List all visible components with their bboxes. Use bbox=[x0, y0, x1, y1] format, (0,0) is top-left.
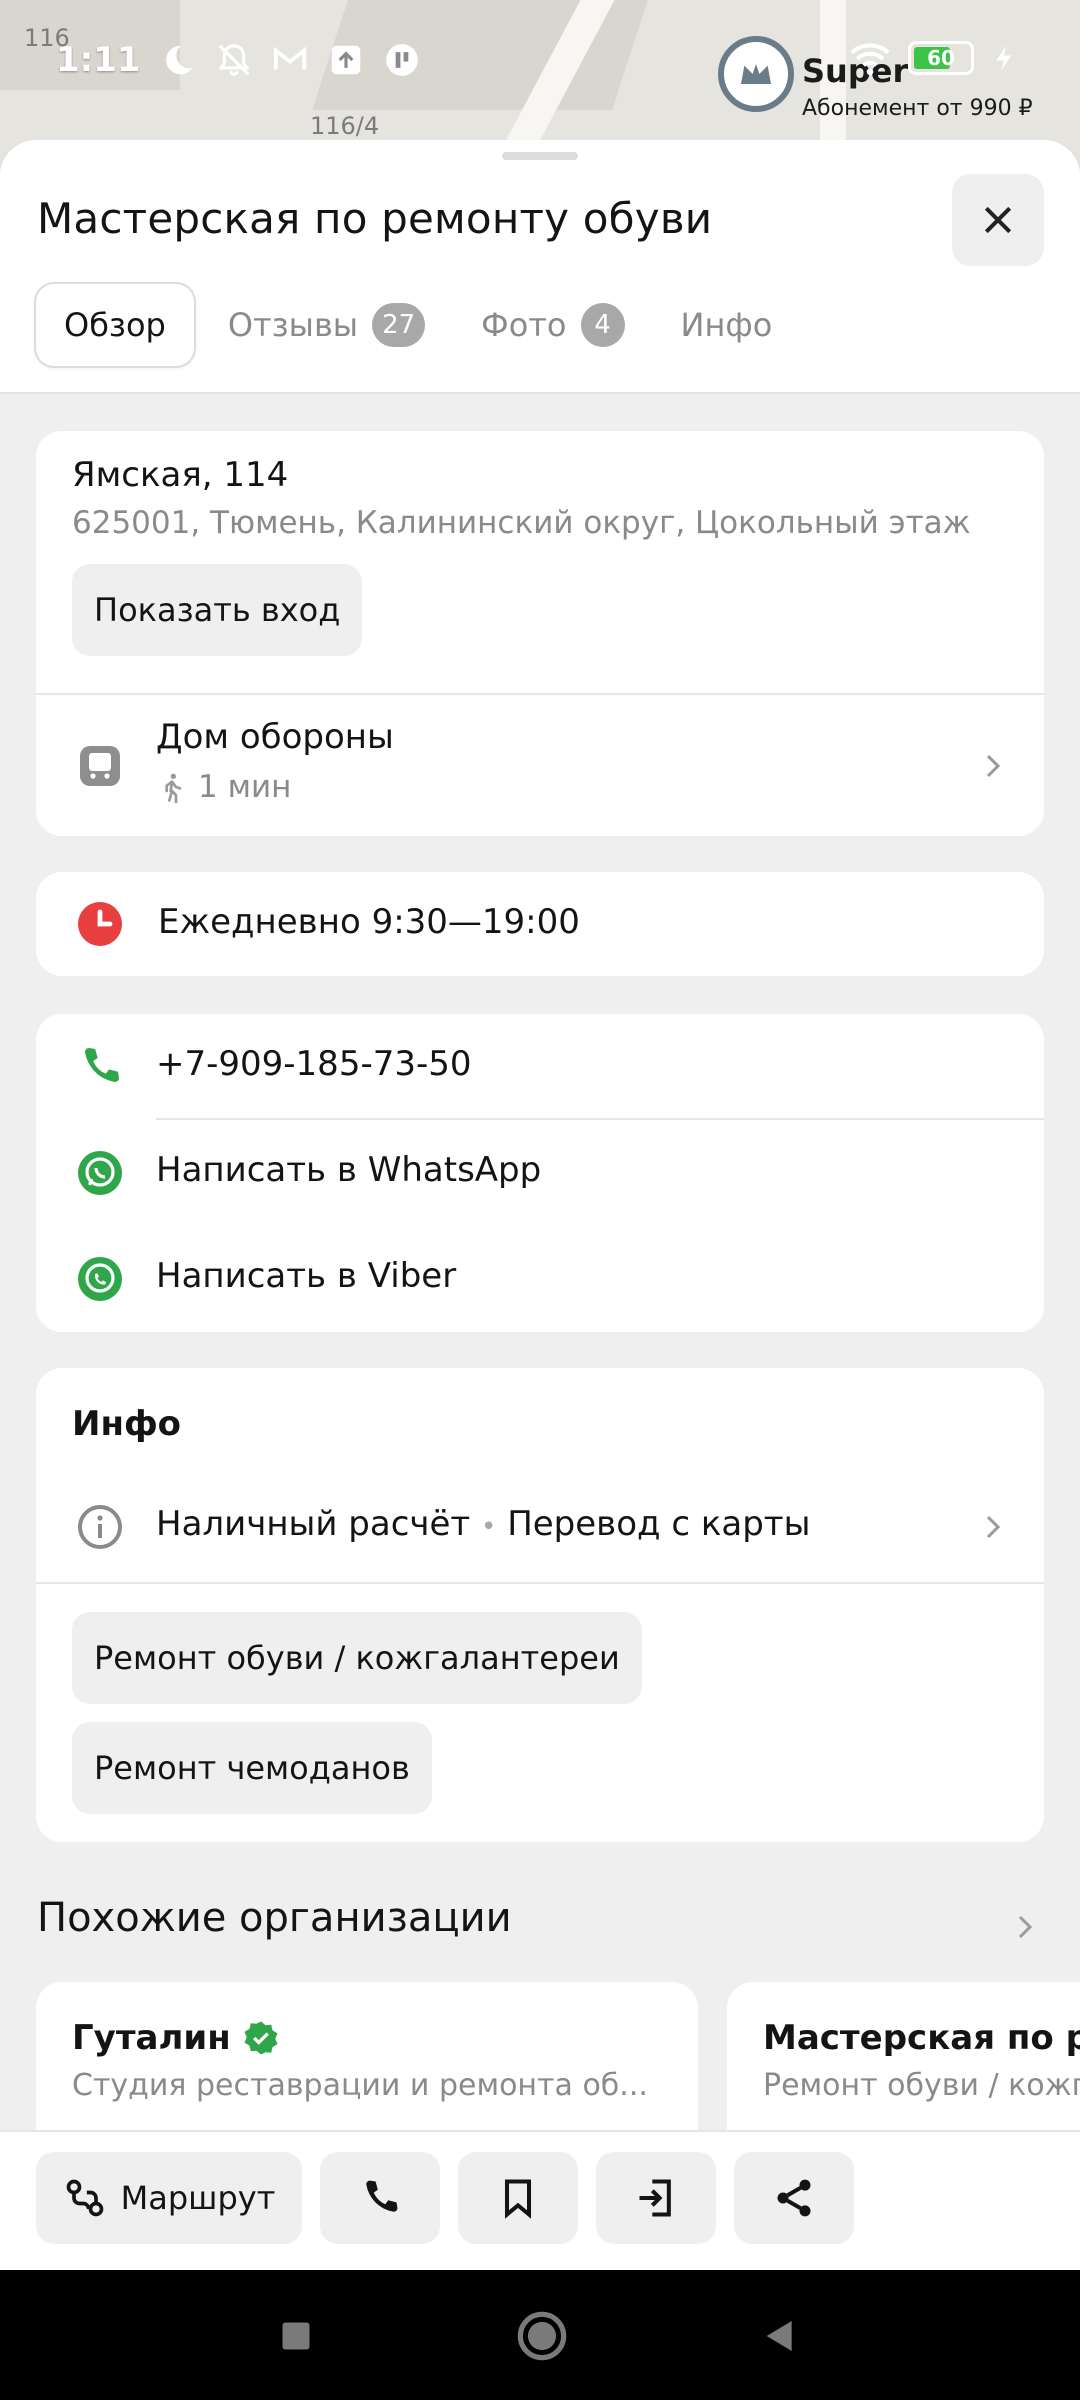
route-button[interactable]: Маршрут bbox=[36, 2152, 302, 2244]
subscription-price[interactable]: Абонемент от 990 ₽ bbox=[802, 96, 1033, 121]
whatsapp-label: Написать в WhatsApp bbox=[156, 1150, 542, 1190]
sheet-header: Мастерская по ремонту обуви Обзор Отзывы… bbox=[0, 140, 1080, 394]
tab-reviews[interactable]: Отзывы 27 bbox=[200, 284, 453, 366]
whatsapp-icon bbox=[76, 1149, 124, 1197]
walking-icon bbox=[165, 773, 182, 803]
chevron-right-icon bbox=[986, 754, 1001, 778]
info-icon bbox=[76, 1503, 124, 1551]
verified-icon bbox=[244, 2021, 278, 2055]
route-icon bbox=[66, 2179, 103, 2217]
payment-card: Перевод с карты bbox=[507, 1504, 811, 1544]
phone-icon bbox=[366, 2180, 398, 2212]
call-button[interactable] bbox=[320, 2152, 440, 2244]
crown-icon bbox=[741, 64, 771, 84]
show-entrance-label: Показать вход bbox=[94, 591, 341, 629]
do-not-disturb-icon bbox=[165, 45, 192, 75]
clock-icon bbox=[76, 900, 124, 948]
similar-org-name: Гуталин bbox=[72, 2018, 231, 2058]
recents-icon[interactable] bbox=[278, 2318, 314, 2354]
muted-bell-icon bbox=[217, 44, 250, 76]
viber-label: Написать в Viber bbox=[156, 1256, 457, 1296]
chevron-right-icon[interactable] bbox=[1010, 1912, 1040, 1942]
route-label: Маршрут bbox=[120, 2179, 276, 2217]
address-details: 625001, Тюмень, Калининский округ, Цокол… bbox=[72, 505, 971, 541]
whatsapp-row[interactable]: Написать в WhatsApp bbox=[36, 1120, 1044, 1226]
walk-time-row: 1 мин bbox=[156, 769, 291, 805]
reviews-count-badge: 27 bbox=[372, 303, 426, 347]
battery-indicator: 60 bbox=[908, 41, 974, 75]
tab-label: Инфо bbox=[680, 306, 773, 344]
show-entrance-button[interactable]: Показать вход bbox=[72, 564, 363, 656]
tab-label: Отзывы bbox=[227, 306, 359, 344]
upload-icon bbox=[331, 45, 360, 75]
similar-org-description: Студия реставрации и ремонта об... bbox=[72, 2068, 648, 2103]
super-subscription-badge[interactable] bbox=[718, 36, 794, 112]
enter-icon bbox=[639, 2179, 671, 2217]
bus-icon bbox=[76, 742, 124, 790]
share-button[interactable] bbox=[734, 2152, 854, 2244]
photos-count-badge: 4 bbox=[580, 303, 625, 347]
viber-icon bbox=[76, 1255, 124, 1303]
back-icon[interactable] bbox=[760, 2316, 800, 2356]
status-bar-right: 60 bbox=[848, 36, 1020, 80]
tab-overview[interactable]: Обзор bbox=[36, 284, 194, 366]
charging-icon bbox=[996, 45, 1012, 71]
tab-label: Обзор bbox=[64, 306, 166, 344]
walk-time: 1 мин bbox=[198, 769, 292, 805]
contacts-card: +7-909-185-73-50 Написать в WhatsApp Нап… bbox=[36, 1014, 1044, 1332]
category-tag[interactable]: Ремонт чемоданов bbox=[72, 1722, 432, 1814]
phone-row[interactable]: +7-909-185-73-50 bbox=[36, 1014, 1044, 1120]
similar-title[interactable]: Похожие организации bbox=[37, 1895, 512, 1941]
status-bar-left: 1:11 bbox=[56, 40, 421, 80]
tab-photos[interactable]: Фото 4 bbox=[453, 284, 652, 366]
sheet-grabber[interactable] bbox=[502, 152, 578, 160]
entrance-button[interactable] bbox=[596, 2152, 716, 2244]
category-tag-label: Ремонт чемоданов bbox=[94, 1749, 410, 1787]
map-house-number: 116/4 bbox=[310, 112, 380, 140]
phone-number: +7-909-185-73-50 bbox=[156, 1044, 472, 1084]
category-tag[interactable]: Ремонт обуви / кожгалантереи bbox=[72, 1612, 642, 1704]
share-icon bbox=[777, 2179, 811, 2217]
street-address[interactable]: Ямская, 114 bbox=[72, 455, 288, 495]
chevron-right-icon bbox=[986, 1515, 1001, 1539]
close-button[interactable] bbox=[952, 174, 1044, 266]
tabs: Обзор Отзывы 27 Фото 4 Инфо bbox=[36, 284, 800, 366]
wifi-icon bbox=[850, 43, 890, 76]
home-icon[interactable] bbox=[516, 2310, 568, 2362]
battery-level: 60 bbox=[927, 46, 955, 70]
transit-stop-row[interactable]: Дом обороны 1 мин bbox=[36, 695, 1044, 836]
viber-row[interactable]: Написать в Viber bbox=[36, 1226, 1044, 1332]
status-time: 1:11 bbox=[56, 40, 141, 80]
payment-separator: • bbox=[481, 1512, 497, 1542]
info-title: Инфо bbox=[72, 1404, 182, 1444]
payment-row[interactable]: Наличный расчёт • Перевод с карты bbox=[36, 1474, 1044, 1580]
similar-org-description: Ремонт обуви / кожг bbox=[763, 2068, 1080, 2103]
divider bbox=[36, 1582, 1044, 1584]
place-title: Мастерская по ремонту обуви bbox=[37, 194, 713, 243]
bookmark-button[interactable] bbox=[458, 2152, 578, 2244]
close-icon bbox=[984, 206, 1012, 234]
bookmark-icon bbox=[504, 2179, 532, 2219]
phone-icon bbox=[76, 1043, 124, 1091]
system-navigation-bar bbox=[0, 2270, 1080, 2400]
payment-methods: Наличный расчёт • Перевод с карты bbox=[156, 1504, 810, 1544]
address-card: Ямская, 114 625001, Тюмень, Калининский … bbox=[36, 431, 1044, 836]
tab-label: Фото bbox=[481, 306, 567, 344]
tab-info[interactable]: Инфо bbox=[653, 284, 801, 366]
similar-org-name: Мастерская по ре bbox=[763, 2018, 1080, 2058]
bottom-action-bar: Маршрут bbox=[0, 2130, 1080, 2270]
similar-org-name-row: Гуталин bbox=[72, 2018, 279, 2058]
place-card-sheet: Мастерская по ремонту обуви Обзор Отзывы… bbox=[0, 140, 1080, 2270]
gmail-icon bbox=[273, 46, 306, 70]
opening-hours: Ежедневно 9:30—19:00 bbox=[158, 902, 580, 942]
app-notification-icon bbox=[385, 44, 418, 76]
stop-name: Дом обороны bbox=[156, 717, 394, 757]
payment-cash: Наличный расчёт bbox=[156, 1504, 471, 1544]
info-card: Инфо Наличный расчёт • Перевод с карты Р… bbox=[36, 1368, 1044, 1842]
category-tag-label: Ремонт обуви / кожгалантереи bbox=[94, 1639, 620, 1677]
hours-card[interactable]: Ежедневно 9:30—19:00 bbox=[36, 872, 1044, 976]
